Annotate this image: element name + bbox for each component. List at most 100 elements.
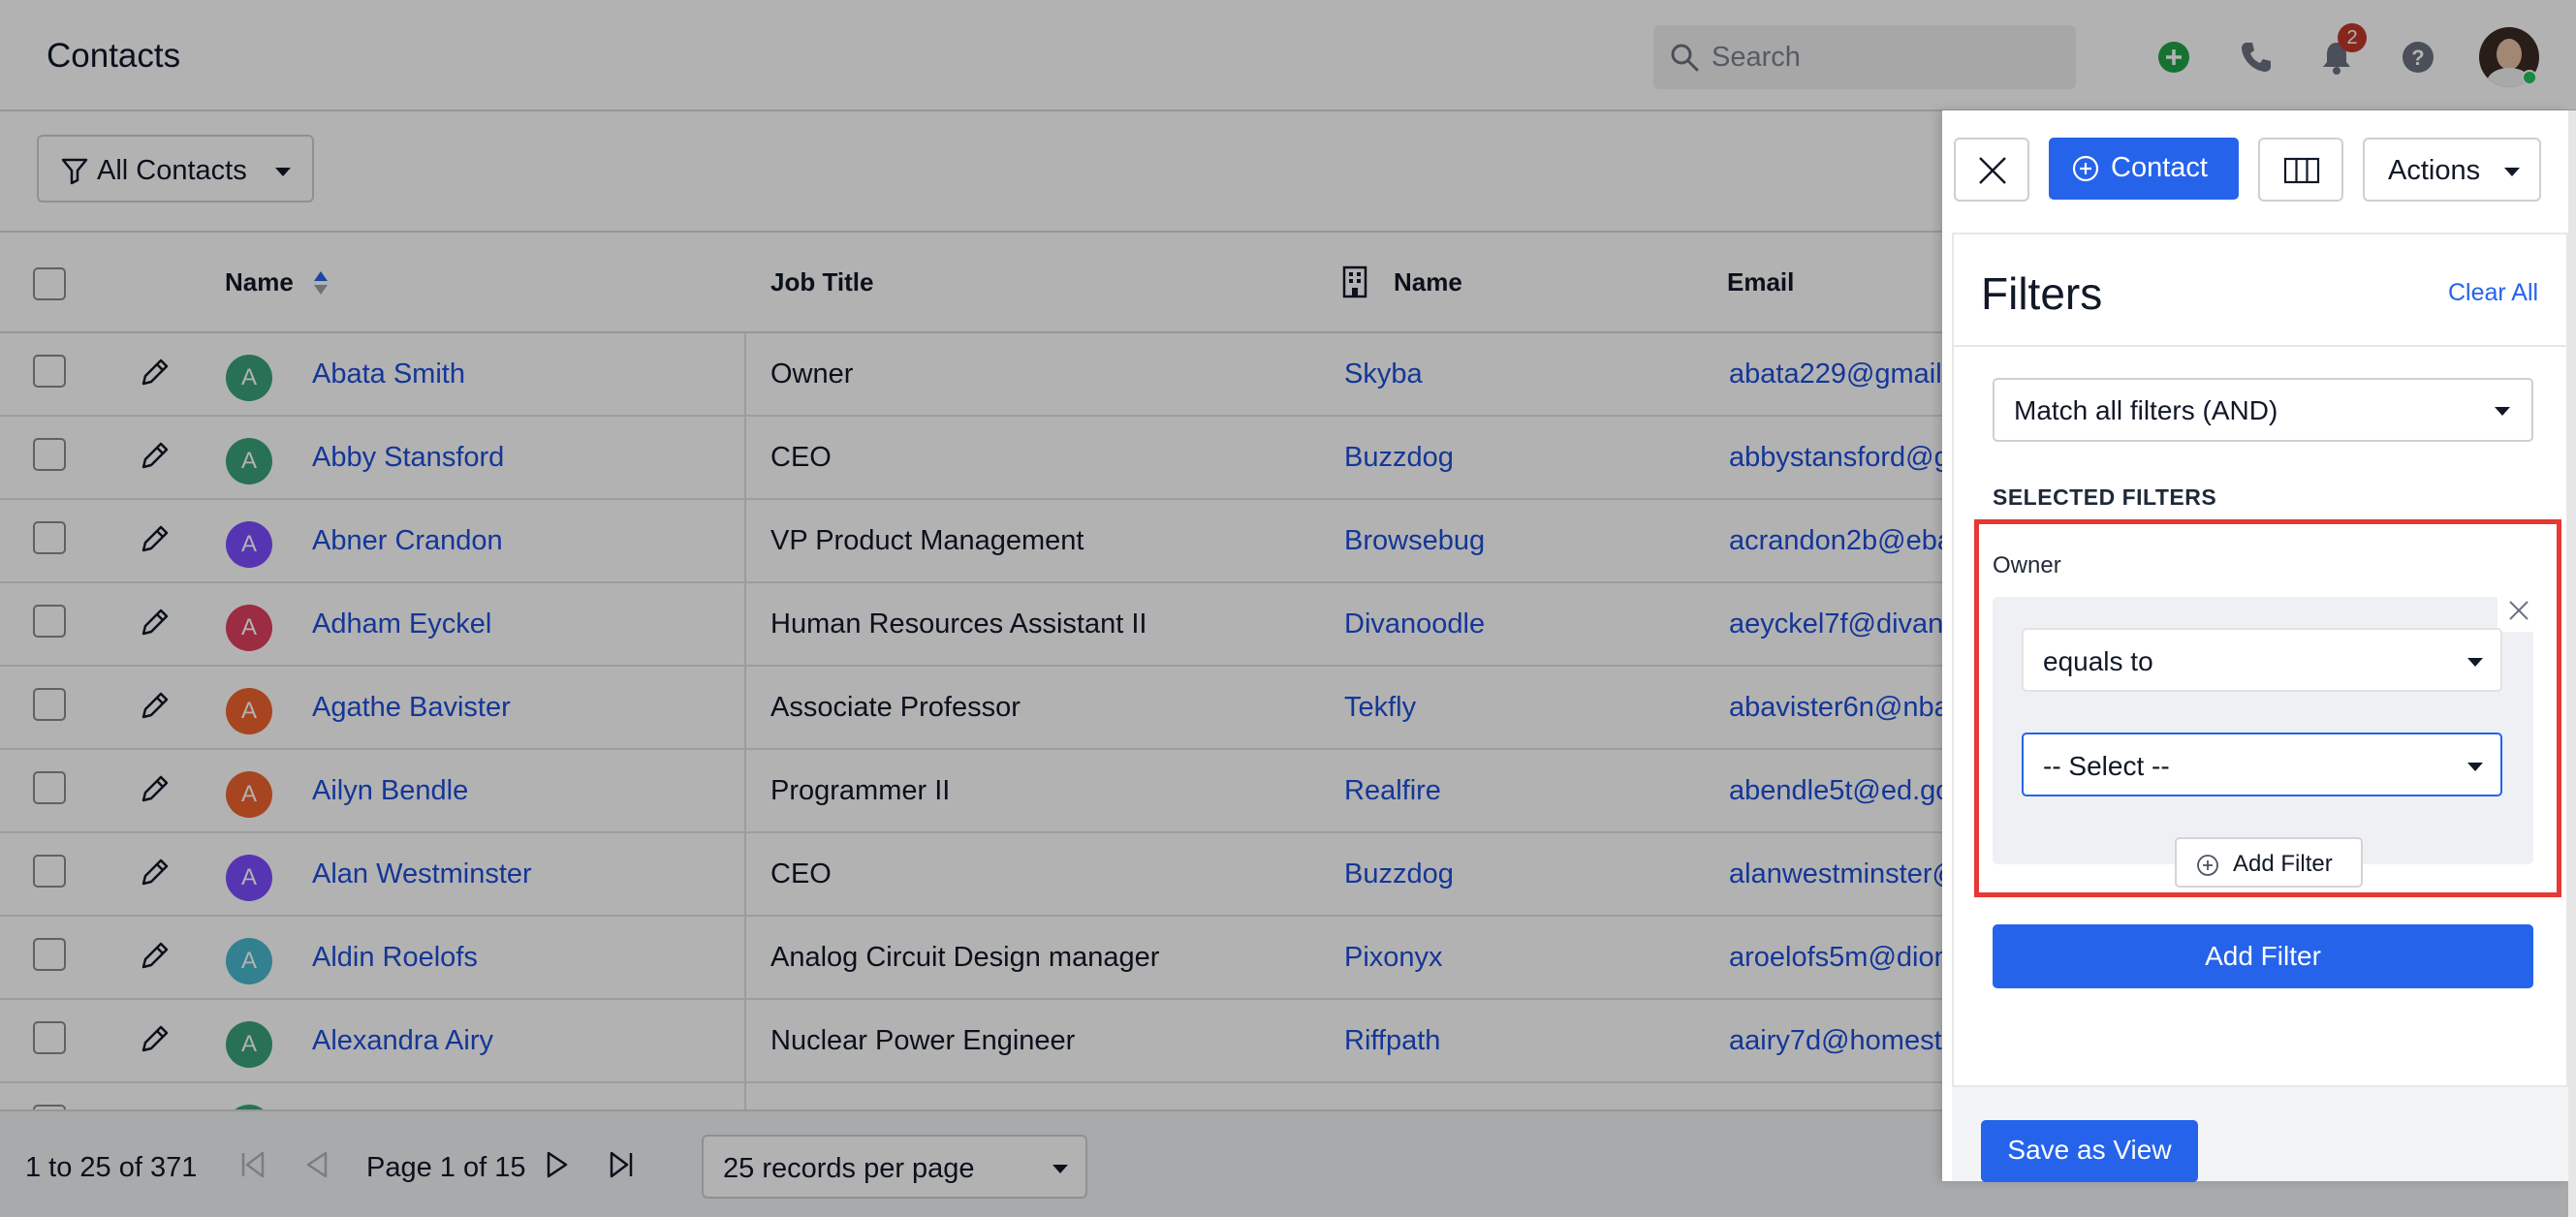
email-link[interactable]: abavister6n@nba [1729, 692, 1950, 724]
job-title: Human Resources Assistant II [770, 608, 1147, 640]
email-link[interactable]: abata229@gmail.c [1729, 359, 1963, 390]
job-title: CEO [770, 442, 832, 473]
match-mode-select[interactable]: Match all filters (AND) [1993, 378, 2533, 442]
column-header-email[interactable]: Email [1727, 267, 1794, 297]
match-mode-label: Match all filters (AND) [2014, 395, 2278, 425]
row-checkbox[interactable] [33, 438, 66, 471]
prev-page-icon[interactable] [302, 1148, 331, 1181]
close-panel-button[interactable] [1954, 138, 2029, 202]
company-name-link[interactable]: Skyba [1344, 359, 1423, 390]
search-box[interactable] [1653, 25, 2076, 89]
email-link[interactable]: alanwestminster@ [1729, 858, 1961, 890]
row-checkbox[interactable] [33, 605, 66, 638]
edit-pencil-icon[interactable] [138, 1023, 171, 1056]
highlight-box [1974, 519, 2561, 897]
job-title: Analog Circuit Design manager [770, 942, 1160, 973]
first-page-icon[interactable] [238, 1148, 267, 1181]
edit-pencil-icon[interactable] [138, 523, 171, 556]
search-input[interactable] [1712, 25, 2060, 89]
row-checkbox[interactable] [33, 1021, 66, 1054]
edit-pencil-icon[interactable] [138, 440, 171, 473]
columns-icon [2283, 157, 2320, 184]
job-title: Associate Professor [770, 692, 1021, 723]
selected-filters-heading: SELECTED FILTERS [1993, 484, 2217, 510]
company-name-link[interactable]: Buzzdog [1344, 858, 1454, 890]
edit-pencil-icon[interactable] [138, 607, 171, 640]
column-header-job-title[interactable]: Job Title [770, 267, 873, 297]
edit-pencil-icon[interactable] [138, 357, 171, 390]
edit-pencil-icon[interactable] [138, 773, 171, 806]
company-name-link[interactable]: Pixonyx [1344, 942, 1443, 974]
caret-down-icon [1052, 1165, 1068, 1173]
email-link[interactable]: abendle5t@ed.go [1729, 775, 1951, 807]
job-title: Nuclear Power Engineer [770, 1025, 1076, 1056]
row-checkbox[interactable] [33, 521, 66, 554]
contact-name-link[interactable]: Abby Stansford [312, 442, 504, 474]
add-filter-label: Add Filter [2205, 941, 2321, 971]
view-selector-label: All Contacts [97, 155, 247, 186]
records-per-page-label: 25 records per page [723, 1153, 975, 1184]
avatar-face [2497, 39, 2522, 70]
contact-avatar: A [226, 688, 272, 734]
filter-panel: Contact Actions Filters Clear All Match … [1942, 110, 2568, 1182]
edit-pencil-icon[interactable] [138, 940, 171, 973]
phone-icon[interactable] [2235, 37, 2276, 78]
save-as-view-button[interactable]: Save as View [1981, 1120, 2198, 1182]
add-filter-button[interactable]: Add Filter [1993, 924, 2533, 988]
contact-name-link[interactable]: Ailyn Bendle [312, 775, 468, 807]
help-icon[interactable]: ? [2398, 37, 2438, 78]
contact-name-link[interactable]: Abata Smith [312, 359, 465, 390]
next-page-icon[interactable] [543, 1148, 572, 1181]
filters-header: Filters Clear All [1954, 234, 2566, 347]
page-title: Contacts [47, 37, 181, 75]
caret-down-icon [2495, 407, 2510, 416]
edit-pencil-icon[interactable] [138, 690, 171, 723]
contact-avatar: A [226, 521, 272, 568]
row-checkbox[interactable] [33, 771, 66, 804]
actions-dropdown[interactable]: Actions [2363, 138, 2541, 202]
building-icon [1342, 265, 1367, 298]
panel-footer: Save as View [1952, 1085, 2568, 1182]
contact-avatar: A [226, 771, 272, 818]
contact-name-link[interactable]: Aldin Roelofs [312, 942, 478, 974]
email-link[interactable]: aroelofs5m@dion [1729, 942, 1950, 974]
columns-button[interactable] [2258, 138, 2343, 202]
company-name-link[interactable]: Riffpath [1344, 1025, 1440, 1057]
contact-name-link[interactable]: Adham Eyckel [312, 608, 491, 640]
add-contact-label: Contact [2111, 152, 2208, 183]
company-name-link[interactable]: Divanoodle [1344, 608, 1485, 640]
company-name-link[interactable]: Tekfly [1344, 692, 1416, 724]
contact-name-link[interactable]: Abner Crandon [312, 525, 503, 557]
contact-avatar: A [226, 1021, 272, 1068]
email-link[interactable]: aairy7d@homeste [1729, 1025, 1958, 1057]
select-all-checkbox[interactable] [33, 267, 66, 300]
contact-name-link[interactable]: Alexandra Airy [312, 1025, 493, 1057]
contact-avatar: A [226, 438, 272, 484]
row-checkbox[interactable] [33, 688, 66, 721]
window-edge [2568, 110, 2576, 1217]
email-link[interactable]: aeyckel7f@divanc [1729, 608, 1958, 640]
contact-name-link[interactable]: Alan Westminster [312, 858, 532, 890]
email-link[interactable]: acrandon2b@eba [1729, 525, 1953, 557]
email-link[interactable]: abbystansford@g [1729, 442, 1950, 474]
column-header-name[interactable]: Name [225, 267, 294, 297]
company-name-link[interactable]: Realfire [1344, 775, 1441, 807]
row-checkbox[interactable] [33, 355, 66, 388]
records-per-page-select[interactable]: 25 records per page [702, 1135, 1087, 1199]
contact-avatar: A [226, 938, 272, 984]
company-name-link[interactable]: Buzzdog [1344, 442, 1454, 474]
row-checkbox[interactable] [33, 938, 66, 971]
close-icon [1979, 157, 2006, 184]
plus-circle-icon[interactable] [2153, 37, 2194, 78]
view-selector[interactable]: All Contacts [37, 135, 314, 203]
contact-name-link[interactable]: Agathe Bavister [312, 692, 511, 724]
add-contact-button[interactable]: Contact [2049, 138, 2239, 200]
last-page-icon[interactable] [607, 1148, 636, 1181]
edit-pencil-icon[interactable] [138, 857, 171, 889]
contact-avatar: A [226, 855, 272, 901]
column-header-company-name[interactable]: Name [1394, 267, 1462, 297]
company-name-link[interactable]: Browsebug [1344, 525, 1485, 557]
clear-all-link[interactable]: Clear All [2448, 279, 2538, 307]
sort-icon[interactable] [312, 269, 330, 296]
row-checkbox[interactable] [33, 855, 66, 888]
